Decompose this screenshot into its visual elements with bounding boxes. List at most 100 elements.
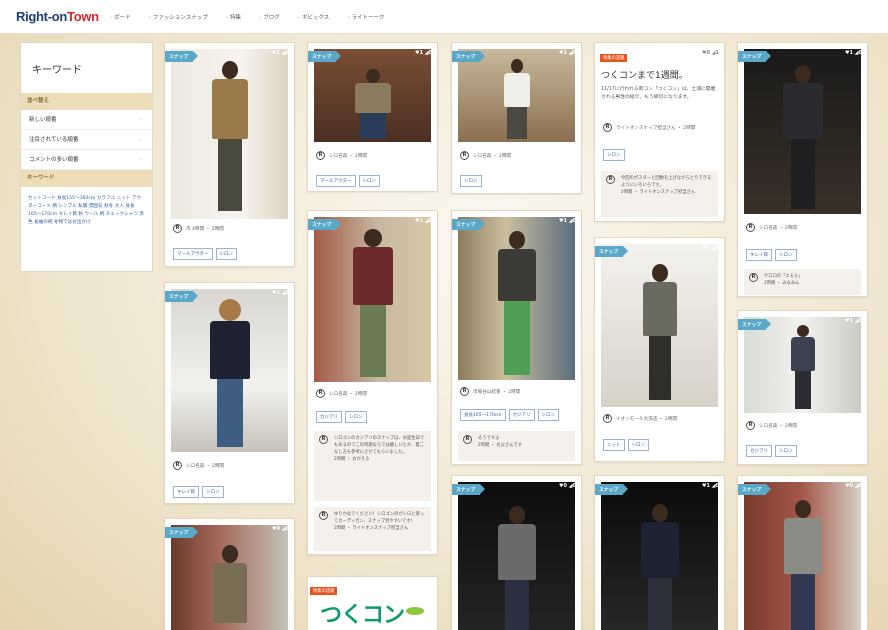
- snap-card[interactable]: スナップ ♥1 ◢0 R市 4時間 ・ 2時間 マールアウター シロン: [164, 42, 295, 267]
- sort-popular[interactable]: 注目されている順番 ›: [21, 130, 152, 150]
- snap-card[interactable]: スナップ ♥0 ◢0: [737, 475, 868, 630]
- chevron-right-icon: ›: [139, 117, 142, 123]
- like-count: ♥1 ◢1: [271, 290, 289, 296]
- snap-card[interactable]: スナップ ♥0 ◢0: [164, 518, 295, 630]
- snap-photo[interactable]: [744, 317, 861, 413]
- comment: R ゆりかなでください！シロゴンのがシロと寄ってカーディガン、スナップ見やすいで…: [314, 507, 431, 551]
- snap-card[interactable]: スナップ ♥1 ◢1 R シロ名森 ・ 2時間 キレイ目 シロン: [164, 282, 295, 504]
- like-count: ♥0 ◢0: [271, 526, 289, 532]
- snap-photo[interactable]: [744, 49, 861, 214]
- chevron-right-icon: ›: [297, 15, 300, 21]
- tag-button[interactable]: カジアリ: [508, 409, 535, 421]
- tag-button[interactable]: シロン: [537, 409, 560, 421]
- tsukucon-banner[interactable]: 特集の話題 つくコン: [307, 576, 438, 630]
- snap-card[interactable]: スナップ ♥1 ◢0 R シロ名森 ・ 2時間 マールアウター シロン: [307, 42, 438, 192]
- feature-title[interactable]: つくコンまで1週間。: [601, 68, 688, 81]
- registered-icon: R: [319, 511, 328, 520]
- chevron-right-icon: ›: [347, 15, 350, 21]
- comment-author: 2時間 ・ ライトオンスナップ担当さん: [334, 526, 409, 531]
- tag-button[interactable]: シロン: [775, 445, 797, 457]
- logo-town: Town: [67, 9, 99, 24]
- snap-card[interactable]: スナップ ♥1 ◢0 R シロ名森 ・ 2時間 カジアリ シロン: [737, 310, 868, 465]
- snap-card[interactable]: スナップ ♥0 ◢0: [451, 475, 582, 630]
- snap-photo[interactable]: [314, 217, 431, 382]
- sidebar-title: キーワード: [32, 65, 82, 76]
- registered-icon: R: [606, 175, 615, 184]
- tag-button[interactable]: ニット: [603, 439, 625, 451]
- comment-author: 2時間 ・ おかえる: [334, 457, 370, 462]
- tag-button[interactable]: シロン: [215, 248, 237, 260]
- snap-photo[interactable]: [601, 482, 718, 630]
- nav-item-board[interactable]: › ボード: [110, 13, 131, 21]
- tag-button[interactable]: カジアリ: [316, 411, 342, 423]
- tag-button[interactable]: キレイ目: [746, 249, 772, 261]
- comment: R シロゴンのカジアリのスナップは、お誕生日でもあるのでこの時期ならでは嬉しいと…: [314, 431, 431, 501]
- snap-meta: R イオンモール大洗店 ・ 2時間: [603, 414, 677, 423]
- snap-tag: スナップ: [452, 51, 486, 62]
- keyword-header: キーワード: [21, 170, 152, 187]
- tag-button[interactable]: キレイ目: [173, 486, 199, 498]
- snap-meta: R市 4時間 ・ 2時間: [173, 224, 224, 233]
- snap-meta: R シロ名森 ・ 2時間: [316, 151, 367, 160]
- feature-tag: 特集の話題: [310, 587, 338, 595]
- snap-tag: スナップ: [452, 484, 486, 495]
- sort-most-comments[interactable]: コメントの多い順番 ›: [21, 150, 152, 170]
- tag-button[interactable]: シロン: [775, 249, 797, 261]
- tsukucon-logo: つくコン: [320, 603, 405, 628]
- site-logo[interactable]: Right-onTown: [16, 9, 99, 24]
- snap-meta: R シロ名森 ・ 2時間: [746, 223, 797, 232]
- snap-tag: スナップ: [165, 527, 199, 538]
- tag-button[interactable]: 身長165〜170cm: [460, 409, 506, 421]
- tag-button[interactable]: シロン: [345, 411, 367, 423]
- snap-photo[interactable]: [171, 525, 288, 630]
- snap-photo[interactable]: [458, 49, 575, 142]
- like-count: ♥1 ◢0: [844, 318, 862, 324]
- snap-card[interactable]: スナップ ♥1 ◢0 R シロ名森 ・ 2時間 シロン: [451, 42, 582, 194]
- registered-icon: R: [316, 151, 325, 160]
- feature-card[interactable]: 特集の話題 ♥0 ◢1 つくコンまで1週間。 11/17に行われる街コン「つくコ…: [594, 42, 725, 222]
- like-count: ♥1 ◢0: [558, 50, 576, 56]
- comment: R ケロロの「エモミ」 2時間 ・ みなみん: [744, 269, 861, 295]
- snap-photo[interactable]: [458, 482, 575, 630]
- snap-photo[interactable]: [171, 289, 288, 452]
- nav-item-gibix[interactable]: › ギビックス: [298, 13, 330, 21]
- feature-description: 11/17に行われる街コン「つくコン」は、土浦に開催される男性の紹介。もう締切に…: [601, 87, 716, 100]
- snap-card[interactable]: スナップ ♥1 ◢0: [594, 475, 725, 630]
- snap-tag: スナップ: [308, 51, 342, 62]
- registered-icon: R: [316, 389, 325, 398]
- snap-card[interactable]: スナップ ♥1 ◢0 R シロ名森 ・ 2時間 キレイ目 シロン R ケロロの「エ…: [737, 42, 868, 297]
- snap-card[interactable]: スナップ ♥1 ◢0 R シロ名森 ・ 2時間 カジアリ シロン R シロゴンのカ…: [307, 210, 438, 555]
- like-count: ♥1 ◢0: [701, 245, 719, 251]
- keyword-list[interactable]: セットコード 身長155〜160cm カラフル ニット アウターコード 柄 シン…: [21, 187, 152, 227]
- like-count: ♥0 ◢0: [558, 483, 576, 489]
- comment-author: 2時間 ・ ライトオンスナップ担当さん: [621, 190, 696, 195]
- snap-photo[interactable]: [458, 217, 575, 380]
- snap-card[interactable]: スナップ ♥1 ◢0 R イオンモール大洗店 ・ 2時間 ニット シロン: [594, 237, 725, 462]
- snap-meta: R 市場谷山結束 ・ 2時間: [460, 387, 520, 396]
- sort-newest[interactable]: 新しい順番 ›: [21, 110, 152, 130]
- tag-button[interactable]: シロン: [603, 149, 625, 161]
- registered-icon: R: [603, 414, 612, 423]
- nav-item-blog[interactable]: › ブログ: [259, 13, 280, 21]
- snap-photo[interactable]: [601, 244, 718, 407]
- nav-item-snap[interactable]: › ファッションスナップ: [149, 13, 208, 21]
- snap-meta: R シロ名森 ・ 2時間: [746, 421, 797, 430]
- registered-icon: R: [173, 224, 182, 233]
- registered-icon: R: [746, 421, 755, 430]
- chevron-right-icon: ›: [148, 15, 151, 21]
- tag-button[interactable]: シロン: [358, 175, 380, 187]
- snap-photo[interactable]: [171, 49, 288, 219]
- tag-button[interactable]: マールアウター: [316, 175, 356, 187]
- snap-photo[interactable]: [314, 49, 431, 142]
- snap-tag: スナップ: [165, 51, 199, 62]
- tag-button[interactable]: シロン: [202, 486, 224, 498]
- tag-button[interactable]: カジアリ: [746, 445, 772, 457]
- nav-item-feature[interactable]: › 特集: [226, 13, 241, 21]
- tag-button[interactable]: マールアウター: [173, 248, 213, 260]
- snap-tag: スナップ: [738, 484, 772, 495]
- nav-item-talk[interactable]: › ライトーーク: [347, 13, 384, 21]
- snap-card[interactable]: スナップ ♥1 ◢0 R 市場谷山結束 ・ 2時間 身長165〜170cm カジア…: [451, 210, 582, 465]
- snap-photo[interactable]: [744, 482, 861, 630]
- tag-button[interactable]: シロン: [627, 439, 649, 451]
- tag-button[interactable]: シロン: [460, 175, 482, 187]
